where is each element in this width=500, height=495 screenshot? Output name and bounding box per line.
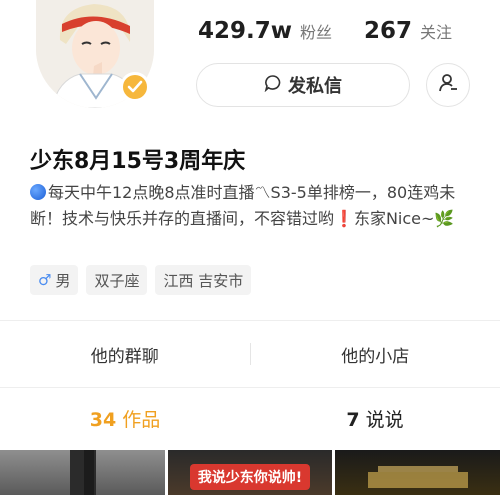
content-tabs: 34 作品 7 说说 (0, 388, 500, 448)
location-tag: 江西 吉安市 (155, 265, 252, 295)
thumbnail-image (367, 465, 468, 488)
followers-label[interactable]: 粉丝 (300, 19, 332, 43)
work-thumbnail[interactable]: 我说少东你说帅! (167, 450, 333, 495)
tab-talks[interactable]: 7 说说 (250, 405, 500, 432)
followers-count[interactable]: 429.7w (198, 18, 292, 44)
globe-icon (30, 184, 46, 200)
tab-works[interactable]: 34 作品 (0, 405, 250, 432)
user-options-button[interactable] (426, 63, 470, 107)
profile-avatar[interactable] (36, 0, 154, 108)
gender-label: 男 (55, 271, 71, 290)
work-thumbnail[interactable] (335, 450, 500, 495)
zodiac-tag: 双子座 (86, 265, 148, 295)
send-message-label: 发私信 (288, 76, 342, 97)
group-chat-link[interactable]: 他的群聊 (0, 342, 250, 367)
thumbnail-image (70, 450, 96, 495)
talks-label: 说说 (365, 408, 404, 431)
male-icon: ♂ (38, 271, 52, 289)
following-count[interactable]: 267 (364, 18, 412, 44)
bio-tail: 东家Nice~🌿 (353, 209, 455, 228)
user-icon (437, 72, 459, 98)
profile-name: 少东8月15号3周年庆 (30, 149, 246, 174)
verified-badge-icon (120, 72, 150, 102)
works-label: 作品 (122, 408, 161, 431)
chat-bubble-icon (264, 74, 282, 97)
gender-tag: ♂ 男 (30, 265, 79, 295)
works-grid: 我说少东你说帅! (0, 450, 500, 495)
work-thumbnail[interactable] (0, 450, 165, 495)
profile-links: 他的群聊 他的小店 (0, 321, 500, 387)
following-label[interactable]: 关注 (420, 19, 452, 43)
send-message-button[interactable]: 发私信 (196, 63, 410, 107)
works-count: 34 (89, 408, 117, 431)
talks-count: 7 (346, 408, 360, 431)
shop-link[interactable]: 他的小店 (251, 342, 500, 367)
thumbnail-caption: 我说少东你说帅! (189, 463, 311, 490)
exclamation-icon: ❗ (334, 209, 354, 228)
profile-bio: 每天中午12点晚8点准时直播〽S3-5单排榜一，80连鸡未断！技术与快乐并存的直… (30, 180, 475, 232)
profile-stats: 429.7w 粉丝 267 关注 (198, 18, 452, 44)
profile-tags: ♂ 男 双子座 江西 吉安市 (30, 265, 252, 295)
